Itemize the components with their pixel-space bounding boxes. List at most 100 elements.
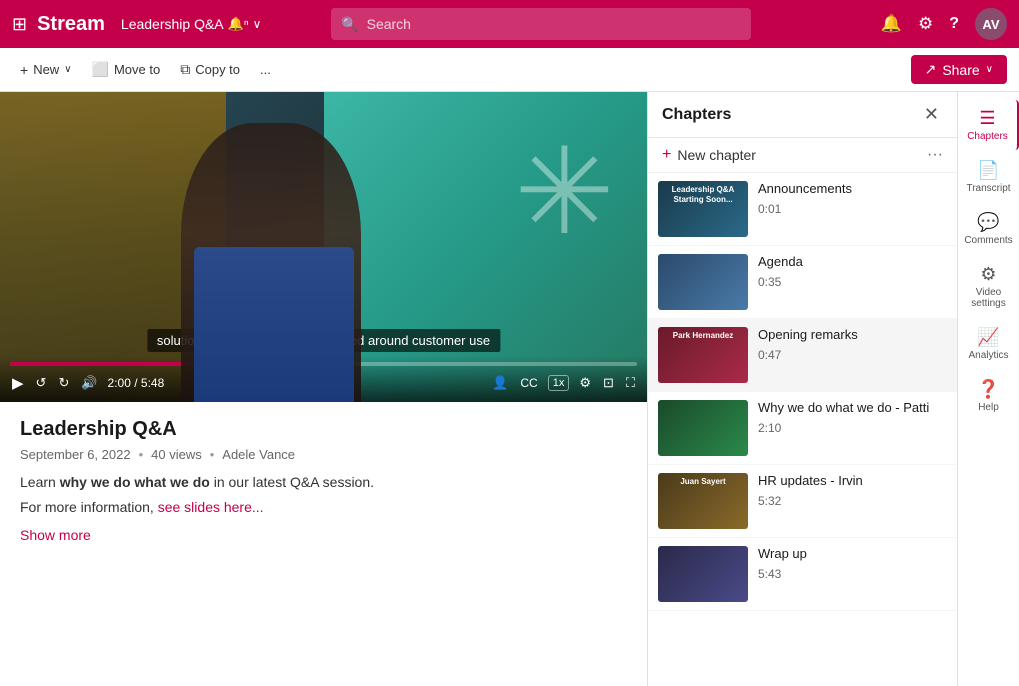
- thumb-text: Park Hernandez: [662, 331, 744, 341]
- search-icon: 🔍: [341, 16, 358, 33]
- chapter-time: 5:43: [758, 567, 947, 581]
- sidebar-icon-comments[interactable]: 💬 Comments: [958, 204, 1019, 254]
- chapter-more-button[interactable]: ···: [927, 146, 943, 164]
- chapter-item[interactable]: Leadership Q&A Starting Soon... Announce…: [648, 173, 957, 246]
- video-info: Leadership Q&A September 6, 2022 • 40 vi…: [0, 402, 647, 561]
- app-name: Stream: [37, 13, 105, 36]
- video-date: September 6, 2022: [20, 447, 131, 462]
- video-title: Leadership Q&A: [20, 418, 627, 441]
- analytics-icon: 📈: [977, 327, 999, 348]
- chapters-title: Chapters: [662, 106, 731, 124]
- video-player[interactable]: ✳ solution oriented approach centered ar…: [0, 92, 647, 402]
- sidebar-icon-video-settings[interactable]: ⚙ Video settings: [958, 256, 1019, 317]
- chapter-time: 5:32: [758, 494, 947, 508]
- help-label: Help: [978, 402, 999, 413]
- video-area: ✳ solution oriented approach centered ar…: [0, 92, 647, 686]
- chapters-icon: ☰: [979, 108, 995, 129]
- chapters-label: Chapters: [967, 131, 1008, 142]
- search-bar[interactable]: 🔍: [331, 8, 751, 40]
- chapters-header: Chapters ✕: [648, 92, 957, 138]
- chapter-time: 0:35: [758, 275, 947, 289]
- chapter-thumbnail: [658, 546, 748, 602]
- chapter-time: 0:47: [758, 348, 947, 362]
- chapter-item[interactable]: Agenda 0:35: [648, 246, 957, 319]
- sidebar-icon-transcript[interactable]: 📄 Transcript: [958, 152, 1019, 202]
- top-nav: ⊞ Stream Leadership Q&A 🔔ⁿ ∨ 🔍 🔔 ⚙ ? AV: [0, 0, 1019, 48]
- chapter-name: Announcements: [758, 181, 947, 198]
- video-meta: September 6, 2022 • 40 views • Adele Van…: [20, 447, 627, 462]
- chapter-thumbnail: Park Hernandez: [658, 327, 748, 383]
- close-chapters-button[interactable]: ✕: [920, 102, 943, 127]
- thumb-text: Juan Sayert: [662, 477, 744, 487]
- right-sidebar: ☰ Chapters 📄 Transcript 💬 Comments ⚙ Vid…: [957, 92, 1019, 686]
- captions-button[interactable]: CC: [518, 374, 539, 392]
- help-icon[interactable]: ?: [949, 15, 959, 33]
- play-button[interactable]: ▶: [10, 372, 26, 394]
- chapter-item[interactable]: Why we do what we do - Patti 2:10: [648, 392, 957, 465]
- chapter-info: Why we do what we do - Patti 2:10: [758, 400, 947, 435]
- transcript-label: Transcript: [966, 183, 1010, 194]
- analytics-label: Analytics: [968, 350, 1008, 361]
- sidebar-icon-analytics[interactable]: 📈 Analytics: [958, 319, 1019, 369]
- video-settings-label: Video settings: [962, 287, 1015, 309]
- sidebar-icon-help[interactable]: ❓ Help: [958, 371, 1019, 421]
- fullscreen-button[interactable]: ⛶: [624, 373, 637, 393]
- chapter-name: HR updates - Irvin: [758, 473, 947, 490]
- show-more-button[interactable]: Show more: [20, 527, 91, 543]
- thumb-bg: Park Hernandez: [658, 327, 748, 383]
- chapter-name: Agenda: [758, 254, 947, 271]
- main-content: ✳ solution oriented approach centered ar…: [0, 92, 1019, 686]
- chapter-item[interactable]: Wrap up 5:43: [648, 538, 957, 611]
- controls-right: 👤 CC 1x ⚙ ⊡ ⛶: [490, 373, 637, 393]
- new-button[interactable]: + New ∨: [12, 58, 80, 82]
- volume-button[interactable]: 🔊: [79, 373, 99, 393]
- new-chapter-row: + New chapter ···: [648, 138, 957, 173]
- move-to-button[interactable]: ⬜ Move to: [84, 57, 169, 82]
- thumb-bg: [658, 400, 748, 456]
- new-chapter-button[interactable]: + New chapter: [662, 146, 756, 164]
- forward-button[interactable]: ↻: [56, 373, 71, 393]
- chapter-item[interactable]: Juan Sayert HR updates - Irvin 5:32: [648, 465, 957, 538]
- search-input[interactable]: [367, 16, 742, 32]
- follow-icon: 🔔ⁿ: [228, 16, 249, 32]
- thumb-bg: Juan Sayert: [658, 473, 748, 529]
- gear-button[interactable]: ⚙: [577, 373, 593, 393]
- comments-label: Comments: [964, 235, 1012, 246]
- time-display: 2:00 / 5:48: [108, 376, 165, 390]
- chapters-panel: Chapters ✕ + New chapter ··· Leadership …: [647, 92, 957, 686]
- chapter-info: Announcements 0:01: [758, 181, 947, 216]
- people-icon-button[interactable]: 👤: [490, 373, 510, 393]
- move-icon: ⬜: [92, 61, 109, 78]
- rewind-button[interactable]: ↺: [34, 373, 49, 393]
- separator-dot-2: •: [210, 447, 215, 462]
- grid-icon[interactable]: ⊞: [12, 14, 27, 35]
- video-description-extra: For more information, see slides here...: [20, 499, 627, 515]
- avatar[interactable]: AV: [975, 8, 1007, 40]
- transcript-icon: 📄: [977, 160, 999, 181]
- video-settings-icon: ⚙: [980, 264, 996, 285]
- video-views: 40 views: [151, 447, 202, 462]
- chapter-info: Opening remarks 0:47: [758, 327, 947, 362]
- sidebar-icon-chapters[interactable]: ☰ Chapters: [958, 100, 1019, 150]
- more-button[interactable]: ...: [252, 58, 279, 81]
- chevron-down-icon: ∨: [64, 64, 71, 75]
- slides-link[interactable]: see slides here...: [158, 499, 264, 515]
- chapter-time: 2:10: [758, 421, 947, 435]
- plus-icon: +: [662, 146, 671, 164]
- video-description: Learn why we do what we do in our latest…: [20, 472, 627, 493]
- notifications-icon[interactable]: 🔔: [881, 14, 902, 34]
- speed-button[interactable]: 1x: [548, 375, 570, 391]
- copy-to-button[interactable]: ⧉ Copy to: [172, 57, 248, 82]
- chapter-name: Why we do what we do - Patti: [758, 400, 947, 417]
- chevron-icon[interactable]: ∨: [253, 17, 262, 31]
- comments-icon: 💬: [977, 212, 999, 233]
- settings-icon[interactable]: ⚙: [918, 14, 933, 34]
- nav-right-icons: 🔔 ⚙ ? AV: [881, 8, 1007, 40]
- breadcrumb: Leadership Q&A 🔔ⁿ ∨: [121, 16, 261, 32]
- plus-icon: +: [20, 62, 28, 78]
- thumb-bg: Leadership Q&A Starting Soon...: [658, 181, 748, 237]
- chapter-info: Wrap up 5:43: [758, 546, 947, 581]
- share-button[interactable]: ↗ Share ∨: [911, 55, 1007, 84]
- mini-player-button[interactable]: ⊡: [601, 373, 616, 393]
- chapter-item[interactable]: Park Hernandez Opening remarks 0:47: [648, 319, 957, 392]
